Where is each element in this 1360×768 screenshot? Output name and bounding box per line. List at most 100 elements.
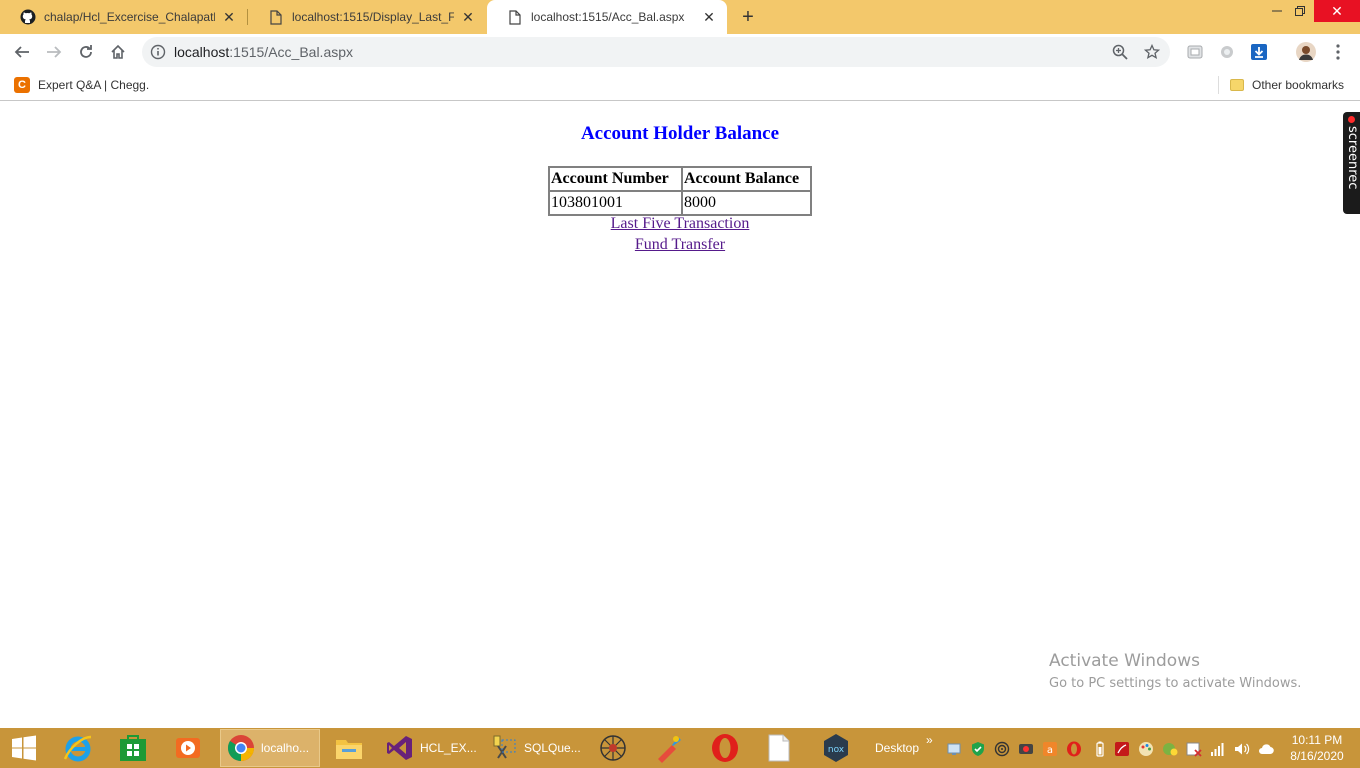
update-icon[interactable] <box>1162 741 1178 757</box>
info-icon[interactable] <box>150 44 166 60</box>
bookmarks-divider <box>1218 76 1219 94</box>
toolbar-chevron[interactable]: » <box>926 720 933 760</box>
reload-button[interactable] <box>72 38 100 66</box>
activate-windows-subtitle: Go to PC settings to activate Windows. <box>1049 676 1302 691</box>
taskbar-app-chrome[interactable]: localho... <box>220 729 320 767</box>
disk-error-icon[interactable] <box>1186 741 1202 757</box>
fund-transfer-row: Fund Transfer <box>0 236 1360 254</box>
clock-date: 8/16/2020 <box>1290 749 1344 763</box>
tab-close-icon[interactable]: ✕ <box>701 9 717 25</box>
taskbar-app-sql[interactable]: SQLQue... <box>484 729 584 767</box>
column-header-account-number: Account Number <box>549 167 682 191</box>
video-player-icon[interactable] <box>174 728 202 768</box>
screenrec-label: screenrec <box>1345 126 1360 190</box>
internet-explorer-icon[interactable] <box>62 728 94 768</box>
account-balance-cell: 8000 <box>682 191 811 215</box>
forward-button[interactable] <box>40 38 68 66</box>
bookmark-star-icon[interactable] <box>1143 43 1161 60</box>
address-bar[interactable]: localhost:1515/Acc_Bal.aspx <box>142 37 1170 67</box>
url-text[interactable]: localhost:1515/Acc_Bal.aspx <box>174 37 353 67</box>
taskbar-app-label: SQLQue... <box>524 741 581 755</box>
last-five-transaction-link[interactable]: Last Five Transaction <box>611 215 750 232</box>
tab-label: localhost:1515/Acc_Bal.aspx <box>531 10 685 24</box>
tab-close-icon[interactable]: ✕ <box>460 9 476 25</box>
paint-icon[interactable] <box>1138 741 1154 757</box>
file-explorer-icon[interactable] <box>334 728 364 768</box>
orange-app-icon[interactable]: a <box>1042 741 1058 757</box>
ccleaner-icon[interactable] <box>654 728 684 768</box>
new-tab-button[interactable]: + <box>736 5 760 29</box>
spiral-icon[interactable] <box>994 741 1010 757</box>
zoom-icon[interactable] <box>1112 44 1128 60</box>
other-bookmarks[interactable]: Other bookmarks <box>1230 76 1344 94</box>
back-button[interactable] <box>8 38 36 66</box>
page-title: Account Holder Balance <box>580 123 780 144</box>
extension-icon[interactable] <box>1186 43 1204 61</box>
battery-icon[interactable] <box>1092 741 1108 757</box>
profile-avatar[interactable] <box>1296 42 1316 62</box>
tab-acc-bal[interactable]: localhost:1515/Acc_Bal.aspx ✕ <box>487 0 727 34</box>
svg-text:nox: nox <box>828 745 845 755</box>
network-drive-icon[interactable] <box>946 741 962 757</box>
start-button[interactable] <box>10 728 38 768</box>
pdf-icon[interactable] <box>1114 741 1130 757</box>
page-icon <box>507 9 523 25</box>
browser-toolbar: localhost:1515/Acc_Bal.aspx <box>0 34 1360 70</box>
account-number-cell: 103801001 <box>549 191 682 215</box>
blank-file-icon[interactable] <box>766 728 792 768</box>
volume-icon[interactable] <box>1234 741 1250 757</box>
desktop-toolbar-label[interactable]: Desktop <box>875 728 919 768</box>
download-icon[interactable] <box>1250 43 1268 61</box>
column-header-account-balance: Account Balance <box>682 167 811 191</box>
tab-display-last-five[interactable]: localhost:1515/Display_Last_Five ✕ <box>248 0 486 34</box>
folder-icon <box>1230 79 1244 91</box>
taskbar-app-label: HCL_EX... <box>420 741 477 755</box>
visual-studio-icon <box>386 734 414 762</box>
svg-text:a: a <box>1047 745 1053 756</box>
opera-tray-icon[interactable] <box>1066 741 1082 757</box>
tab-github[interactable]: chalap/Hcl_Excercise_Chalapathi ✕ <box>0 0 247 34</box>
close-window-button[interactable]: ✕ <box>1314 0 1360 22</box>
chrome-icon <box>227 734 255 762</box>
opera-icon[interactable] <box>710 728 740 768</box>
activate-windows-watermark: Activate Windows Go to PC settings to ac… <box>1049 650 1301 694</box>
account-balance-table: Account Number Account Balance 103801001… <box>548 166 812 216</box>
home-button[interactable] <box>104 38 132 66</box>
taskbar-app-label: localho... <box>261 741 310 755</box>
table-row: 103801001 8000 <box>549 191 811 215</box>
github-icon <box>20 9 36 25</box>
restore-button[interactable] <box>1285 0 1315 22</box>
chegg-icon: C <box>14 77 30 93</box>
bookmark-label: Expert Q&A | Chegg. <box>38 78 150 92</box>
sql-icon <box>490 734 518 762</box>
url-host: localhost <box>174 44 230 60</box>
spider-icon[interactable] <box>598 728 628 768</box>
record-icon[interactable] <box>1018 741 1034 757</box>
page-content: Account Holder Balance Account Number Ac… <box>0 102 1360 728</box>
tab-close-icon[interactable]: ✕ <box>221 9 237 25</box>
tab-label: localhost:1515/Display_Last_Five <box>292 10 454 24</box>
table-header-row: Account Number Account Balance <box>549 167 811 191</box>
fund-transfer-link[interactable]: Fund Transfer <box>635 236 725 253</box>
menu-icon[interactable] <box>1330 43 1346 61</box>
shield-check-icon[interactable] <box>970 741 986 757</box>
page-icon <box>268 9 284 25</box>
taskbar-app-visual-studio[interactable]: HCL_EX... <box>380 729 480 767</box>
url-path: :1515/Acc_Bal.aspx <box>229 44 354 60</box>
store-icon[interactable] <box>118 728 148 768</box>
bookmarks-bar: C Expert Q&A | Chegg. Other bookmarks <box>0 70 1360 101</box>
signal-icon[interactable] <box>1210 741 1226 757</box>
bookmark-chegg[interactable]: C Expert Q&A | Chegg. <box>14 76 149 94</box>
last-five-transaction-row: Last Five Transaction <box>0 215 1360 233</box>
system-clock[interactable]: 10:11 PM 8/16/2020 <box>1284 732 1350 764</box>
nox-icon[interactable]: nox <box>820 728 852 768</box>
extension-circle-icon[interactable] <box>1218 43 1236 61</box>
screenrec-widget[interactable]: screenrec <box>1343 112 1360 214</box>
clock-time: 10:11 PM <box>1291 733 1343 747</box>
other-bookmarks-label: Other bookmarks <box>1252 78 1345 92</box>
activate-windows-title: Activate Windows <box>1049 651 1200 671</box>
taskbar: localho... HCL_EX... SQLQue... nox Deskt… <box>0 728 1360 768</box>
tab-strip: chalap/Hcl_Excercise_Chalapathi ✕ localh… <box>0 0 1360 34</box>
tab-label: chalap/Hcl_Excercise_Chalapathi <box>44 10 215 24</box>
cloud-icon[interactable] <box>1258 741 1274 757</box>
